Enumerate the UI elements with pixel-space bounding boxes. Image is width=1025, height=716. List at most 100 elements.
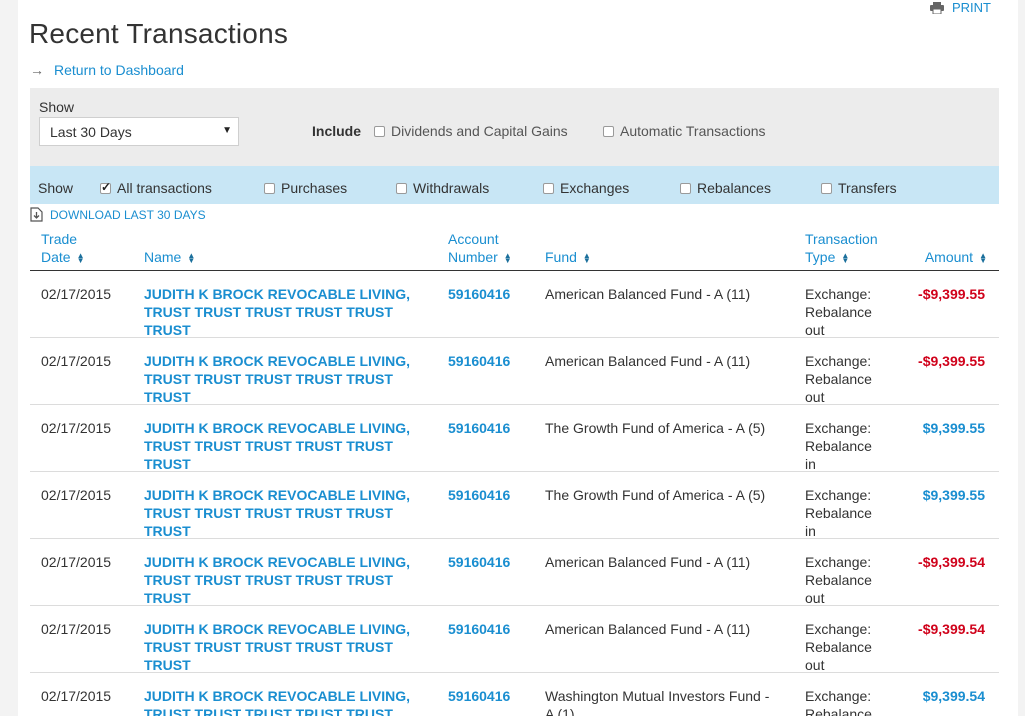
fund-name: American Balanced Fund - A (11) (545, 285, 790, 303)
period-select[interactable]: Last 30 Days ▼ (39, 117, 239, 146)
sort-icon: ▲ ▼ (187, 251, 196, 266)
page-title: Recent Transactions (29, 18, 289, 49)
type-line: Rebalance (805, 438, 872, 454)
header-date-label: Date (41, 249, 71, 265)
type-line: out (805, 322, 825, 338)
account-name-link[interactable]: JUDITH K BROCK REVOCABLE LIVING, TRUST TR… (144, 687, 434, 716)
name-line: TRUST TRUST TRUST TRUST TRUST TRUST (144, 304, 393, 338)
transaction-type-filter: Show All transactions Purchases Withdraw… (30, 166, 999, 204)
type-line: Rebalance (805, 304, 872, 320)
table-row: 02/17/2015 JUDITH K BROCK REVOCABLE LIVIN… (30, 271, 999, 338)
include-automatic-label: Automatic Transactions (620, 123, 766, 139)
trade-date: 02/17/2015 (41, 554, 112, 570)
table-body: 02/17/2015 JUDITH K BROCK REVOCABLE LIVIN… (30, 271, 999, 716)
name-line: TRUST TRUST TRUST TRUST TRUST TRUST (144, 639, 393, 673)
account-name-link[interactable]: JUDITH K BROCK REVOCABLE LIVING, TRUST TR… (144, 285, 434, 339)
amount: $9,399.55 (922, 420, 985, 436)
account-name-link[interactable]: JUDITH K BROCK REVOCABLE LIVING, TRUST TR… (144, 553, 434, 607)
type-line: Rebalance (805, 371, 872, 387)
caret-down-icon: ▼ (222, 125, 232, 136)
fund-name: American Balanced Fund - A (11) (545, 352, 790, 370)
print-button[interactable]: PRINT (930, 0, 991, 15)
transactions-table: Trade Date ▲ ▼ Name ▲ ▼ Account Number ▲ ▼ Fun… (30, 230, 999, 716)
include-dividends-checkbox[interactable]: Dividends and Capital Gains (374, 123, 568, 139)
table-row: 02/17/2015 JUDITH K BROCK REVOCABLE LIVIN… (30, 606, 999, 673)
amount: $9,399.54 (922, 688, 985, 704)
account-name-link[interactable]: JUDITH K BROCK REVOCABLE LIVING, TRUST TR… (144, 620, 434, 674)
return-to-dashboard-link[interactable]: → Return to Dashboard (30, 62, 184, 78)
filter-withdrawals[interactable]: Withdrawals (396, 180, 489, 196)
amount: -$9,399.54 (918, 554, 985, 570)
fund-line: American Balanced Fund - A (11) (545, 286, 751, 302)
type-line: in (805, 456, 816, 472)
sort-name[interactable]: Name ▲ ▼ (144, 248, 195, 266)
name-line: JUDITH K BROCK REVOCABLE LIVING, (144, 621, 411, 637)
filter-rebalances[interactable]: Rebalances (680, 180, 771, 196)
account-name-link[interactable]: JUDITH K BROCK REVOCABLE LIVING, TRUST TR… (144, 419, 434, 473)
sort-account-number[interactable]: Account Number ▲ ▼ (448, 230, 512, 266)
filter-withdrawals-label: Withdrawals (413, 180, 490, 196)
show-type-label: Show (38, 180, 74, 196)
fund-line: The Growth Fund of America - A (5) (545, 487, 766, 503)
type-line: Exchange: (805, 286, 872, 302)
sort-icon: ▲ ▼ (76, 251, 85, 266)
sort-icon: ▲ ▼ (582, 251, 591, 266)
fund-line: Washington Mutual Investors Fund - (545, 688, 770, 704)
sort-transaction-type[interactable]: Transaction Type ▲ ▼ (805, 230, 878, 266)
name-line: JUDITH K BROCK REVOCABLE LIVING, (144, 554, 411, 570)
name-line: JUDITH K BROCK REVOCABLE LIVING, (144, 688, 411, 704)
amount: -$9,399.54 (918, 621, 985, 637)
download-link[interactable]: DOWNLOAD LAST 30 DAYS (30, 207, 206, 222)
fund-line: A (1) (545, 706, 575, 716)
account-name-link[interactable]: JUDITH K BROCK REVOCABLE LIVING, TRUST TR… (144, 352, 434, 406)
return-to-dashboard-label: Return to Dashboard (54, 62, 184, 78)
filter-transfers[interactable]: Transfers (821, 180, 897, 196)
checkbox-checked-icon (100, 180, 111, 194)
filter-all-label: All transactions (117, 180, 212, 196)
filter-exchanges[interactable]: Exchanges (543, 180, 629, 196)
filter-all-transactions[interactable]: All transactions (100, 180, 212, 196)
account-name-link[interactable]: JUDITH K BROCK REVOCABLE LIVING, TRUST TR… (144, 486, 434, 540)
filter-transfers-label: Transfers (838, 180, 897, 196)
filter-purchases[interactable]: Purchases (264, 180, 347, 196)
account-number-link[interactable]: 59160416 (448, 352, 510, 370)
header-name-label: Name (144, 249, 182, 265)
account-number-link[interactable]: 59160416 (448, 419, 510, 437)
download-icon (30, 207, 43, 222)
account-number-link[interactable]: 59160416 (448, 285, 510, 303)
account-number-link[interactable]: 59160416 (448, 553, 510, 571)
table-row: 02/17/2015 JUDITH K BROCK REVOCABLE LIVIN… (30, 338, 999, 405)
checkbox-icon (680, 182, 691, 194)
arrow-right-icon: → (30, 62, 44, 78)
account-number-link[interactable]: 59160416 (448, 620, 510, 638)
sort-icon: ▲ ▼ (979, 251, 987, 266)
trade-date: 02/17/2015 (41, 286, 112, 302)
type-line: Exchange: (805, 688, 872, 704)
transaction-type: Exchange: Rebalance out (805, 553, 895, 607)
name-line: TRUST TRUST TRUST TRUST TRUST TRUST (144, 706, 393, 716)
name-line: JUDITH K BROCK REVOCABLE LIVING, (144, 353, 411, 369)
type-line: out (805, 657, 825, 673)
include-dividends-label: Dividends and Capital Gains (391, 123, 568, 139)
sort-trade-date[interactable]: Trade Date ▲ ▼ (41, 230, 85, 266)
header-trade-label: Trade (41, 231, 78, 247)
sort-amount[interactable]: Amount ▲ ▼ (925, 248, 987, 266)
header-account-label: Account (448, 231, 499, 247)
type-line: Exchange: (805, 353, 872, 369)
trade-date: 02/17/2015 (41, 353, 112, 369)
include-automatic-checkbox[interactable]: Automatic Transactions (603, 123, 766, 139)
transaction-type: Exchange: Rebalance in (805, 486, 895, 540)
filter-exchanges-label: Exchanges (560, 180, 630, 196)
name-line: TRUST TRUST TRUST TRUST TRUST TRUST (144, 505, 393, 539)
table-row: 02/17/2015 JUDITH K BROCK REVOCABLE LIVIN… (30, 405, 999, 472)
trade-date: 02/17/2015 (41, 420, 112, 436)
sort-fund[interactable]: Fund ▲ ▼ (545, 248, 591, 266)
type-line: Rebalance (805, 639, 872, 655)
account-number-link[interactable]: 59160416 (448, 687, 510, 705)
type-line: in (805, 523, 816, 539)
printer-icon (930, 1, 944, 14)
header-amount-label: Amount (924, 249, 974, 265)
checkbox-icon (543, 182, 554, 194)
header-type-label: Type (805, 249, 836, 265)
account-number-link[interactable]: 59160416 (448, 486, 510, 504)
